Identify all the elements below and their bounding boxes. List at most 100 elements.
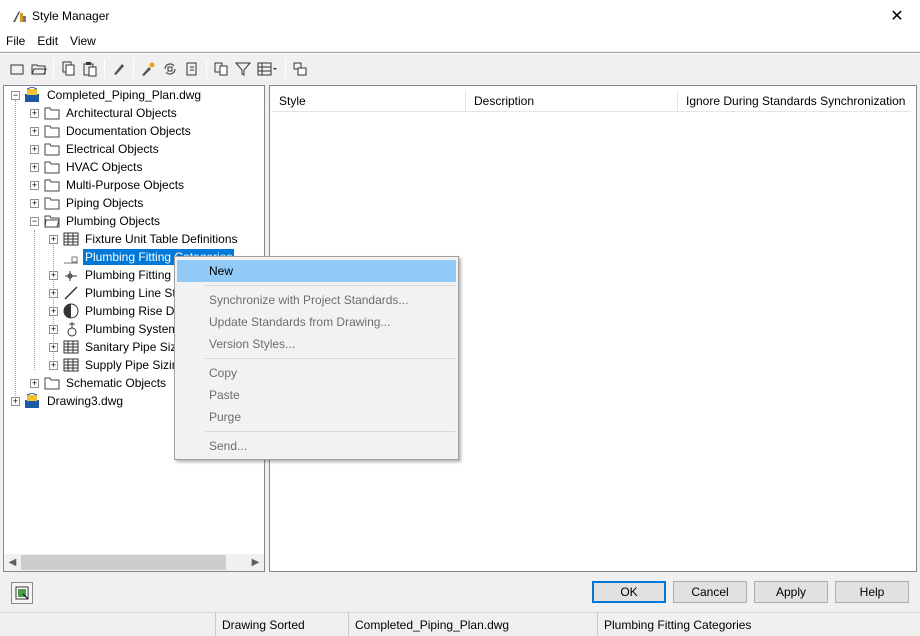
expand-icon[interactable]: + xyxy=(30,379,39,388)
list-header: Style Description Ignore During Standard… xyxy=(271,90,911,112)
tree-label: HVAC Objects xyxy=(66,160,143,174)
expand-icon[interactable]: + xyxy=(30,127,39,136)
tree-item-plumbing-objects[interactable]: − Plumbing Objects xyxy=(4,212,264,230)
purge-icon[interactable] xyxy=(137,58,159,80)
fitting-category-icon xyxy=(64,256,78,264)
expand-icon[interactable]: + xyxy=(11,397,20,406)
tree-item-electrical-objects[interactable]: + Electrical Objects xyxy=(4,140,264,158)
collapse-icon[interactable]: − xyxy=(30,217,39,226)
collapse-icon[interactable]: − xyxy=(11,91,20,100)
menu-item-new[interactable]: New xyxy=(177,260,456,282)
column-ignore-sync[interactable]: Ignore During Standards Synchronization xyxy=(678,90,911,112)
tree-label: Sanitary Pipe Sizin xyxy=(85,340,186,354)
window-title: Style Manager xyxy=(32,9,110,23)
tree-item-hvac-objects[interactable]: + HVAC Objects xyxy=(4,158,264,176)
ok-button[interactable]: OK xyxy=(592,581,666,603)
tree-item-documentation-objects[interactable]: + Documentation Objects xyxy=(4,122,264,140)
style-manager-icon xyxy=(13,11,26,22)
expand-icon[interactable]: + xyxy=(30,145,39,154)
cancel-button[interactable]: Cancel xyxy=(673,581,747,603)
toolbar-separator xyxy=(104,59,105,79)
menu-item-paste[interactable]: Paste xyxy=(177,384,456,406)
update-icon[interactable] xyxy=(181,58,203,80)
column-description[interactable]: Description xyxy=(466,90,678,112)
menu-item-version-styles[interactable]: Version Styles... xyxy=(177,333,456,355)
tree-label: Completed_Piping_Plan.dwg xyxy=(47,88,202,102)
toolbar-separator xyxy=(206,59,207,79)
tree-item-architectural-objects[interactable]: + Architectural Objects xyxy=(4,104,264,122)
toolbar-separator xyxy=(53,59,54,79)
table-icon xyxy=(63,358,79,372)
status-bar: Drawing Sorted Completed_Piping_Plan.dwg… xyxy=(0,612,920,636)
drawing-file-icon xyxy=(25,393,39,408)
open-folder-icon xyxy=(44,215,60,228)
expand-icon[interactable]: + xyxy=(30,163,39,172)
copy-icon[interactable] xyxy=(57,58,79,80)
help-button[interactable]: Help xyxy=(835,581,909,603)
scroll-thumb[interactable] xyxy=(21,555,226,570)
new-drawing-icon[interactable] xyxy=(6,58,28,80)
menu-view[interactable]: View xyxy=(64,34,102,48)
toolbar-separator xyxy=(133,59,134,79)
tree-root-completed-piping-plan[interactable]: − Completed_Piping_Plan.dwg xyxy=(4,86,264,104)
tree-item-multi-purpose-objects[interactable]: + Multi-Purpose Objects xyxy=(4,176,264,194)
apply-button[interactable]: Apply xyxy=(754,581,828,603)
tree-item-fixture-unit-table-definitions[interactable]: + Fixture Unit Table Definitions xyxy=(4,230,264,248)
status-category: Plumbing Fitting Categories xyxy=(597,613,920,636)
scroll-left-icon[interactable]: ◀ xyxy=(4,554,21,571)
context-menu: New Synchronize with Project Standards..… xyxy=(174,256,459,460)
tree-label: Plumbing Line St xyxy=(85,286,176,300)
menu-bar: File Edit View xyxy=(0,31,920,51)
table-icon xyxy=(63,232,79,246)
dialog-footer: OK Cancel Apply Help xyxy=(0,572,920,612)
folder-icon xyxy=(44,161,60,174)
tree-label: Multi-Purpose Objects xyxy=(66,178,185,192)
status-file: Completed_Piping_Plan.dwg xyxy=(348,613,597,636)
expand-icon[interactable]: + xyxy=(30,199,39,208)
view-mode-icon[interactable] xyxy=(254,58,282,80)
expand-icon[interactable]: + xyxy=(49,361,58,370)
edit-style-icon[interactable] xyxy=(108,58,130,80)
expand-icon[interactable]: + xyxy=(49,325,58,334)
tree-horizontal-scrollbar[interactable]: ◀ ▶ xyxy=(4,554,264,571)
system-icon xyxy=(67,322,77,337)
sort-icon[interactable] xyxy=(210,58,232,80)
column-style[interactable]: Style xyxy=(271,90,466,112)
menu-item-purge[interactable]: Purge xyxy=(177,406,456,428)
expand-icon[interactable]: + xyxy=(49,271,58,280)
menu-file[interactable]: File xyxy=(0,34,31,48)
menu-item-update-standards[interactable]: Update Standards from Drawing... xyxy=(177,311,456,333)
menu-item-synchronize[interactable]: Synchronize with Project Standards... xyxy=(177,289,456,311)
toggle-view-icon[interactable] xyxy=(289,58,311,80)
menu-divider xyxy=(0,52,920,54)
expand-icon[interactable]: + xyxy=(30,181,39,190)
expand-icon[interactable]: + xyxy=(30,109,39,118)
expand-icon[interactable]: + xyxy=(49,343,58,352)
filter-icon[interactable] xyxy=(232,58,254,80)
paste-icon[interactable] xyxy=(79,58,101,80)
open-drawing-icon[interactable] xyxy=(28,58,50,80)
scroll-right-icon[interactable]: ▶ xyxy=(247,554,264,571)
menu-separator xyxy=(205,358,455,359)
expand-icon[interactable]: + xyxy=(49,235,58,244)
expand-icon[interactable]: + xyxy=(49,307,58,316)
menu-item-send[interactable]: Send... xyxy=(177,435,456,457)
menu-item-copy[interactable]: Copy xyxy=(177,362,456,384)
toolbar xyxy=(0,56,920,82)
toolbar-separator xyxy=(285,59,286,79)
folder-icon xyxy=(44,377,60,390)
sync-icon[interactable] xyxy=(159,58,181,80)
toggle-preview-icon[interactable] xyxy=(11,582,33,604)
tree-label: Plumbing System xyxy=(85,322,179,336)
status-sort: Drawing Sorted xyxy=(215,613,347,636)
menu-separator xyxy=(205,285,455,286)
tree-label: Schematic Objects xyxy=(66,376,167,390)
tree-label: Architectural Objects xyxy=(66,106,177,120)
folder-icon xyxy=(44,197,60,210)
menu-edit[interactable]: Edit xyxy=(31,34,64,48)
menu-separator xyxy=(205,431,455,432)
folder-icon xyxy=(44,143,60,156)
expand-icon[interactable]: + xyxy=(49,289,58,298)
tree-item-piping-objects[interactable]: + Piping Objects xyxy=(4,194,264,212)
close-icon[interactable]: ✕ xyxy=(874,0,920,31)
